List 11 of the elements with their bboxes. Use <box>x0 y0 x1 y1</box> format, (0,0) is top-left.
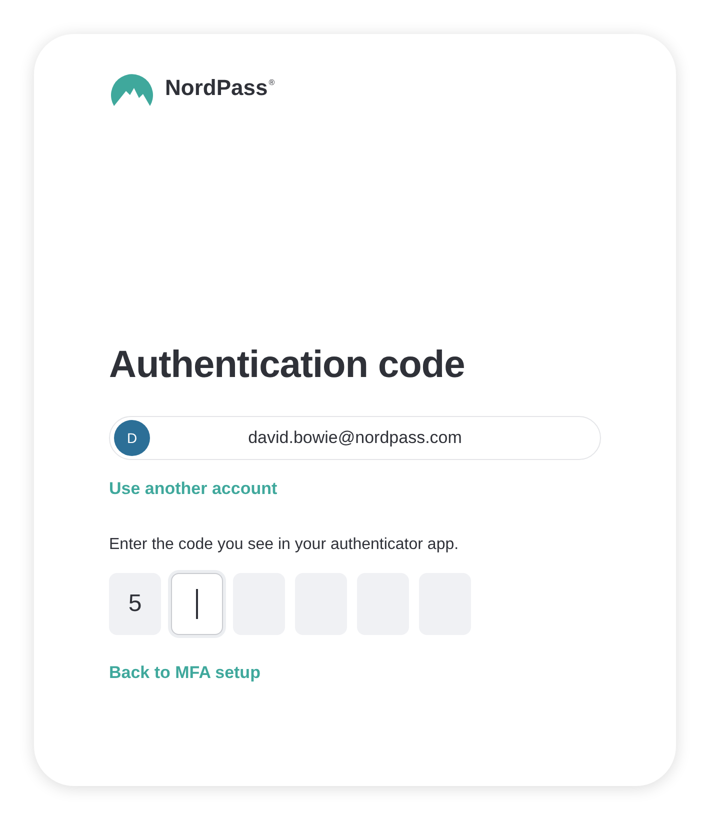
text-cursor-icon <box>196 589 198 619</box>
account-email: david.bowie@nordpass.com <box>247 428 463 448</box>
logo-wordmark: NordPass <box>165 75 268 101</box>
page-title: Authentication code <box>109 344 466 387</box>
code-digit-field[interactable]: 5 <box>109 573 161 635</box>
back-to-mfa-setup-link[interactable]: Back to MFA setup <box>109 663 260 683</box>
avatar: D <box>114 420 150 456</box>
use-another-account-link[interactable]: Use another account <box>109 479 278 499</box>
code-digit-field[interactable] <box>171 573 223 635</box>
instruction-text: Enter the code you see in your authenticator app. <box>109 536 460 554</box>
registered-mark: ® <box>268 78 275 87</box>
